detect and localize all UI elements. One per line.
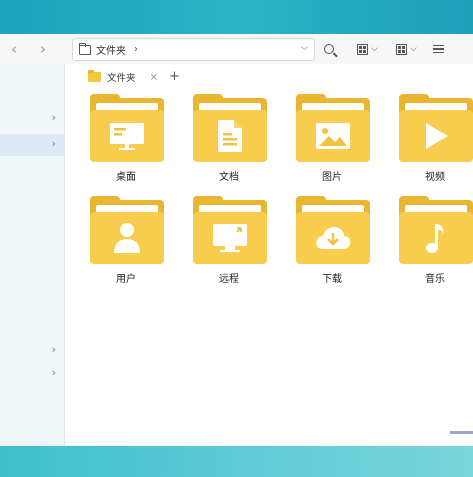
video-icon bbox=[426, 123, 448, 149]
view-mode-button[interactable]: ⌵ bbox=[357, 41, 378, 57]
tab-label: 文件夹 bbox=[107, 73, 136, 84]
grid-view-icon bbox=[357, 43, 368, 55]
desktop-background-bottom bbox=[0, 446, 473, 477]
path-label: 文件夹 bbox=[96, 46, 126, 57]
chevron-down-icon: ⌵ bbox=[371, 44, 378, 54]
new-tab-button[interactable]: + bbox=[169, 69, 180, 84]
folder-item-user[interactable]: 用户 bbox=[84, 196, 168, 298]
folder-item-pictures[interactable]: 图片 bbox=[290, 94, 374, 196]
sidebar-item[interactable]: › bbox=[0, 340, 64, 362]
menu-button[interactable] bbox=[433, 41, 444, 57]
folder-graphic bbox=[193, 94, 267, 162]
folder-front bbox=[90, 110, 164, 162]
folder-item-desktop[interactable]: 桌面 bbox=[84, 94, 168, 196]
chevron-right-icon: › bbox=[51, 366, 56, 379]
folder-front bbox=[399, 110, 473, 162]
folder-label: 视频 bbox=[425, 172, 445, 183]
search-button[interactable] bbox=[324, 41, 334, 57]
folder-graphic bbox=[399, 94, 473, 162]
folder-label: 远程 bbox=[219, 274, 239, 285]
folder-item-remote[interactable]: 远程 bbox=[187, 196, 271, 298]
folder-front bbox=[296, 110, 370, 162]
desktop-icon bbox=[110, 123, 144, 150]
user-icon bbox=[114, 223, 140, 253]
remote-icon bbox=[213, 224, 247, 252]
folder-front bbox=[90, 212, 164, 264]
folder-front bbox=[193, 110, 267, 162]
folder-item-documents[interactable]: 文档 bbox=[187, 94, 271, 196]
folder-label: 图片 bbox=[322, 172, 342, 183]
folder-icon bbox=[79, 42, 91, 55]
folder-graphic bbox=[296, 94, 370, 162]
chevron-right-icon: › bbox=[51, 111, 56, 124]
folder-label: 文档 bbox=[219, 172, 239, 183]
folder-front bbox=[399, 212, 473, 264]
folder-icon bbox=[88, 70, 101, 82]
search-icon bbox=[324, 44, 334, 54]
folder-graphic bbox=[90, 94, 164, 162]
folder-graphic bbox=[399, 196, 473, 264]
scrollbar[interactable] bbox=[450, 431, 473, 434]
folder-item-music[interactable]: 音乐 bbox=[393, 196, 473, 298]
folder-label: 下载 bbox=[322, 274, 342, 285]
chevron-right-icon: › bbox=[51, 137, 56, 150]
sidebar-item-selected[interactable]: › bbox=[0, 134, 64, 156]
folder-label: 用户 bbox=[116, 274, 136, 285]
file-manager-window: ‹ › 文件夹 › ⌵ ⌵ ⌵ › › › › 文件夹 × + 桌面 文档 图片… bbox=[0, 34, 473, 446]
chevron-down-icon: ⌵ bbox=[410, 44, 417, 54]
music-icon bbox=[426, 224, 444, 253]
folder-graphic bbox=[90, 196, 164, 264]
desktop-background-top bbox=[0, 0, 473, 34]
folder-front bbox=[296, 212, 370, 264]
sort-icon bbox=[396, 43, 407, 55]
forward-button[interactable]: › bbox=[32, 38, 54, 60]
sidebar-item[interactable]: › bbox=[0, 363, 64, 385]
tab-folder[interactable]: 文件夹 × bbox=[79, 67, 164, 89]
sort-button[interactable]: ⌵ bbox=[396, 41, 417, 57]
download-icon bbox=[316, 227, 351, 249]
close-icon[interactable]: × bbox=[150, 72, 158, 83]
hamburger-icon bbox=[433, 45, 444, 53]
chevron-right-icon: › bbox=[51, 343, 56, 356]
toolbar: ‹ › 文件夹 › ⌵ ⌵ ⌵ bbox=[0, 34, 473, 64]
picture-icon bbox=[316, 123, 350, 149]
folder-graphic bbox=[296, 196, 370, 264]
folder-label: 桌面 bbox=[116, 172, 136, 183]
folder-front bbox=[193, 212, 267, 264]
sidebar: › › › › ... bbox=[0, 64, 65, 446]
document-icon bbox=[218, 120, 242, 152]
chevron-down-icon[interactable]: ⌵ bbox=[301, 43, 308, 53]
address-bar[interactable]: 文件夹 › ⌵ bbox=[72, 38, 315, 61]
folder-graphic bbox=[193, 196, 267, 264]
folder-item-videos[interactable]: 视频 bbox=[393, 94, 473, 196]
path-chevron-icon: › bbox=[134, 44, 138, 55]
folder-label: 音乐 bbox=[425, 274, 445, 285]
folder-item-downloads[interactable]: 下载 bbox=[290, 196, 374, 298]
sidebar-item[interactable]: › bbox=[0, 108, 64, 130]
back-button[interactable]: ‹ bbox=[3, 38, 25, 60]
